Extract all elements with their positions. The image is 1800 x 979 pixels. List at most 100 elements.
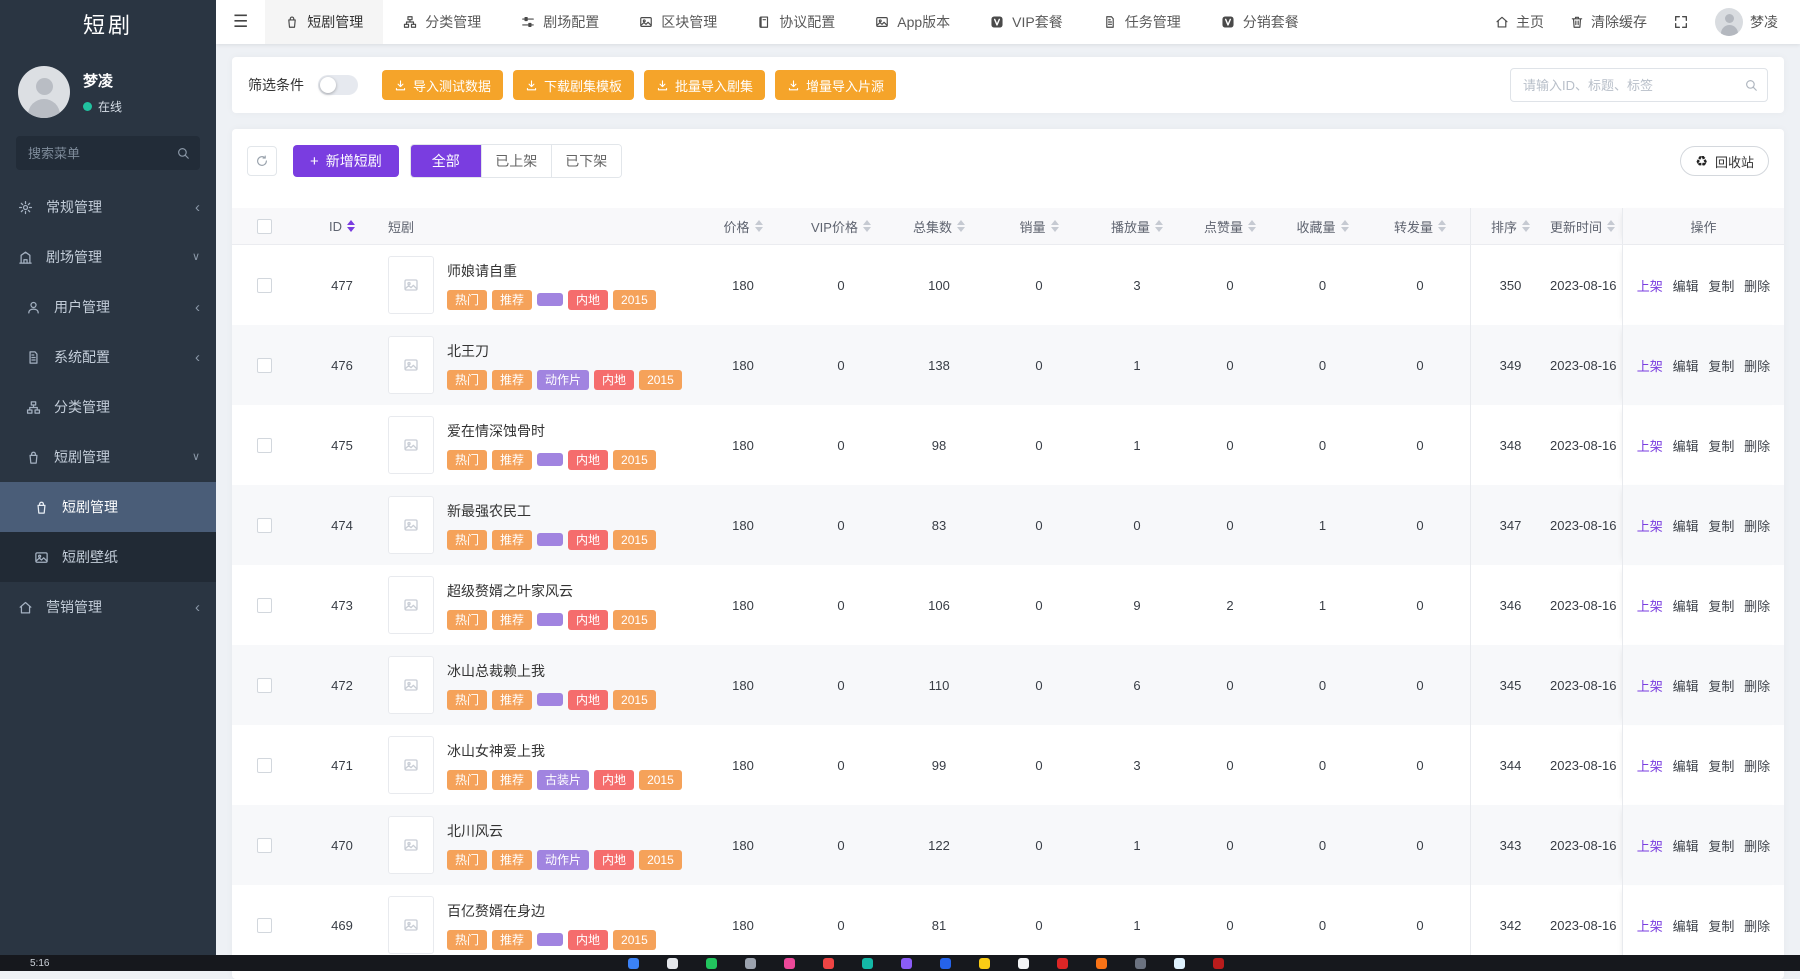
- taskbar-app-icon[interactable]: [823, 958, 834, 969]
- home-link[interactable]: 主页: [1495, 12, 1544, 32]
- sort-icon[interactable]: [1051, 220, 1059, 232]
- column-header-price[interactable]: 价格: [693, 208, 793, 244]
- copy-link[interactable]: 复制: [1708, 676, 1734, 695]
- edit-link[interactable]: 编辑: [1673, 836, 1699, 855]
- row-checkbox[interactable]: [257, 358, 272, 373]
- sort-icon[interactable]: [957, 220, 965, 232]
- import-test-button[interactable]: 导入测试数据: [382, 70, 503, 100]
- user-menu[interactable]: 梦凌: [1715, 8, 1778, 36]
- taskbar-app-icon[interactable]: [1174, 958, 1185, 969]
- sort-icon[interactable]: [1341, 220, 1349, 232]
- refresh-button[interactable]: [247, 146, 277, 176]
- edit-link[interactable]: 编辑: [1673, 756, 1699, 775]
- nav-tab-vip[interactable]: VIP套餐: [970, 0, 1083, 44]
- sort-icon[interactable]: [347, 220, 355, 232]
- sidebar-item-marketing[interactable]: 营销管理‹: [0, 582, 216, 632]
- sidebar-item-users[interactable]: 用户管理‹: [0, 282, 216, 332]
- nav-tab-theater-config[interactable]: 剧场配置: [501, 0, 619, 44]
- column-header-vip[interactable]: VIP价格: [793, 208, 889, 244]
- row-checkbox[interactable]: [257, 518, 272, 533]
- taskbar-app-icon[interactable]: [1018, 958, 1029, 969]
- copy-link[interactable]: 复制: [1708, 356, 1734, 375]
- menu-search-input[interactable]: [16, 136, 200, 170]
- nav-tab-app-version[interactable]: App版本: [855, 0, 970, 44]
- delete-link[interactable]: 删除: [1744, 356, 1770, 375]
- delete-link[interactable]: 删除: [1744, 276, 1770, 295]
- delete-link[interactable]: 删除: [1744, 756, 1770, 775]
- column-header-plays[interactable]: 播放量: [1089, 208, 1185, 244]
- edit-link[interactable]: 编辑: [1673, 676, 1699, 695]
- publish-link[interactable]: 上架: [1637, 756, 1663, 775]
- taskbar-app-icon[interactable]: [862, 958, 873, 969]
- table-search-input[interactable]: [1510, 68, 1768, 102]
- clear-cache-link[interactable]: 清除缓存: [1570, 12, 1647, 32]
- row-checkbox[interactable]: [257, 678, 272, 693]
- edit-link[interactable]: 编辑: [1673, 596, 1699, 615]
- column-header-id[interactable]: ID: [296, 208, 388, 244]
- sort-icon[interactable]: [1522, 220, 1530, 232]
- sort-icon[interactable]: [863, 220, 871, 232]
- hamburger-menu-icon[interactable]: ☰: [216, 12, 265, 32]
- copy-link[interactable]: 复制: [1708, 836, 1734, 855]
- copy-link[interactable]: 复制: [1708, 756, 1734, 775]
- recycle-bin-button[interactable]: ♻ 回收站: [1680, 146, 1769, 176]
- taskbar-app-icon[interactable]: [1213, 958, 1224, 969]
- batch-import-button[interactable]: 批量导入剧集: [644, 70, 765, 100]
- delete-link[interactable]: 删除: [1744, 596, 1770, 615]
- nav-tab-protocol[interactable]: 协议配置: [737, 0, 855, 44]
- edit-link[interactable]: 编辑: [1673, 356, 1699, 375]
- row-checkbox[interactable]: [257, 438, 272, 453]
- sidebar-item-system[interactable]: 系统配置‹: [0, 332, 216, 382]
- sidebar-item-theater[interactable]: 剧场管理∨: [0, 232, 216, 282]
- column-header-favorites[interactable]: 收藏量: [1275, 208, 1370, 244]
- sidebar-item-general[interactable]: 常规管理‹: [0, 182, 216, 232]
- incremental-import-button[interactable]: 增量导入片源: [775, 70, 896, 100]
- taskbar-app-icon[interactable]: [706, 958, 717, 969]
- taskbar-app-icon[interactable]: [901, 958, 912, 969]
- edit-link[interactable]: 编辑: [1673, 276, 1699, 295]
- edit-link[interactable]: 编辑: [1673, 916, 1699, 935]
- delete-link[interactable]: 删除: [1744, 836, 1770, 855]
- avatar[interactable]: [18, 66, 70, 118]
- taskbar-app-icon[interactable]: [1135, 958, 1146, 969]
- sort-icon[interactable]: [1155, 220, 1163, 232]
- row-checkbox[interactable]: [257, 758, 272, 773]
- column-header-sales[interactable]: 销量: [989, 208, 1089, 244]
- nav-tab-drama[interactable]: 短剧管理: [265, 0, 383, 44]
- taskbar-app-icon[interactable]: [979, 958, 990, 969]
- copy-link[interactable]: 复制: [1708, 596, 1734, 615]
- taskbar-app-icon[interactable]: [667, 958, 678, 969]
- delete-link[interactable]: 删除: [1744, 916, 1770, 935]
- taskbar-app-icon[interactable]: [940, 958, 951, 969]
- sort-icon[interactable]: [755, 220, 763, 232]
- publish-link[interactable]: 上架: [1637, 596, 1663, 615]
- nav-tab-distribution[interactable]: 分销套餐: [1201, 0, 1319, 44]
- column-header-updated[interactable]: 更新时间: [1550, 208, 1622, 244]
- column-header-likes[interactable]: 点赞量: [1185, 208, 1275, 244]
- sort-icon[interactable]: [1607, 220, 1615, 232]
- select-all-checkbox[interactable]: [257, 219, 272, 234]
- taskbar-app-icon[interactable]: [1057, 958, 1068, 969]
- copy-link[interactable]: 复制: [1708, 436, 1734, 455]
- publish-link[interactable]: 上架: [1637, 676, 1663, 695]
- publish-link[interactable]: 上架: [1637, 916, 1663, 935]
- sidebar-item-category[interactable]: 分类管理: [0, 382, 216, 432]
- column-header-episodes[interactable]: 总集数: [889, 208, 989, 244]
- publish-link[interactable]: 上架: [1637, 516, 1663, 535]
- status-tab-all[interactable]: 全部: [411, 145, 481, 177]
- filter-toggle[interactable]: [318, 75, 358, 95]
- row-checkbox[interactable]: [257, 598, 272, 613]
- column-header-shares[interactable]: 转发量: [1370, 208, 1470, 244]
- add-drama-button[interactable]: + 新增短剧: [293, 145, 399, 177]
- nav-tab-tasks[interactable]: 任务管理: [1083, 0, 1201, 44]
- taskbar-app-icon[interactable]: [745, 958, 756, 969]
- fullscreen-button[interactable]: [1673, 14, 1689, 30]
- publish-link[interactable]: 上架: [1637, 836, 1663, 855]
- taskbar-app-icon[interactable]: [1096, 958, 1107, 969]
- status-tab-off[interactable]: 已下架: [551, 145, 621, 177]
- publish-link[interactable]: 上架: [1637, 276, 1663, 295]
- publish-link[interactable]: 上架: [1637, 356, 1663, 375]
- sort-icon[interactable]: [1248, 220, 1256, 232]
- sidebar-item-drama[interactable]: 短剧管理∨: [0, 432, 216, 482]
- copy-link[interactable]: 复制: [1708, 516, 1734, 535]
